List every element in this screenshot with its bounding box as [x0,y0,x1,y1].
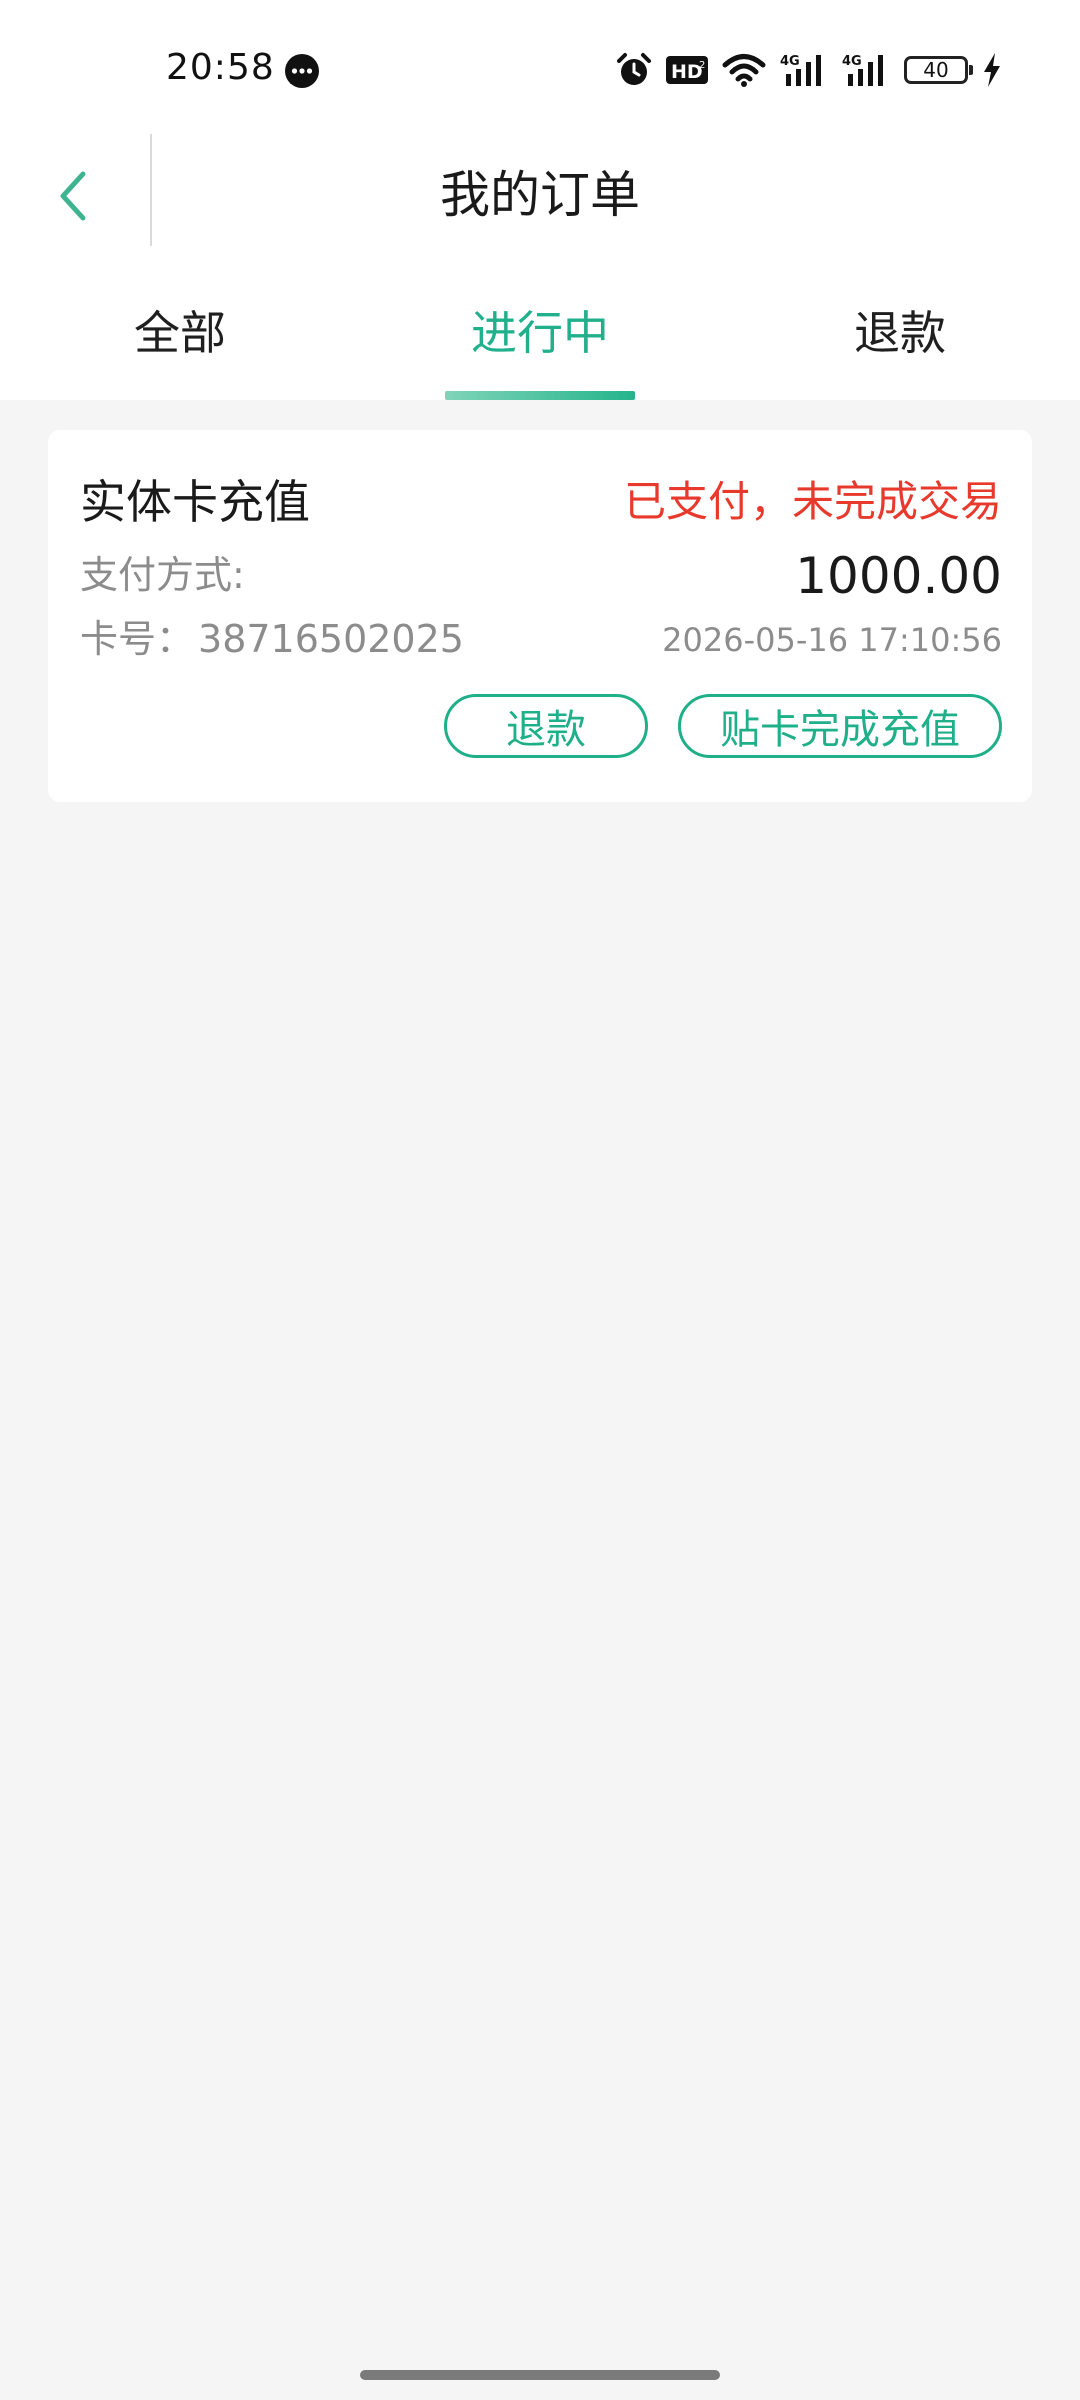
signal-4g-icon: 4G [780,54,821,86]
tab-refund[interactable]: 退款 [720,260,1080,400]
tab-in-progress[interactable]: 进行中 [360,260,720,400]
battery-icon: 40 [904,56,973,84]
home-indicator[interactable] [360,2370,720,2380]
order-tabs: 全部 进行中 退款 [0,260,1080,400]
svg-text:4G: 4G [842,54,862,69]
signal-4g-icon: 4G [842,54,883,86]
alarm-icon [617,53,651,85]
message-icon [285,54,319,88]
card-number: 卡号： 38716502025 [80,614,464,664]
complete-recharge-button[interactable]: 贴卡完成充值 [678,694,1002,758]
status-icons: HD 2 4G 4G 40 [616,48,1002,92]
order-name: 实体卡充值 [80,475,310,529]
screen: 20:58 HD 2 4G 4G 40 我的订单 全部 进行中 退款 实体卡充值… [0,0,1080,2400]
order-time: 2026-05-16 17:10:56 [662,621,1002,659]
card-number-label: 卡号： [80,617,195,661]
wifi-icon [722,54,766,87]
card-number-value: 38716502025 [198,617,464,661]
svg-text:4G: 4G [780,54,800,69]
order-status: 已支付，未完成交易 [623,477,1002,526]
refund-button[interactable]: 退款 [444,694,648,758]
pay-method-label: 支付方式: [80,553,245,597]
order-amount: 1000.00 [795,547,1002,605]
status-time: 20:58 [166,47,275,88]
order-card[interactable]: 实体卡充值 已支付，未完成交易 支付方式: 1000.00 卡号： 3871650… [48,430,1032,802]
svg-text:HD: HD [671,61,703,83]
charging-icon [984,53,1000,87]
status-bar: 20:58 HD 2 4G 4G 40 [0,0,1080,132]
page-title: 我的订单 [440,166,640,224]
hd-icon: HD 2 [666,56,708,84]
svg-text:2: 2 [699,60,705,71]
tab-indicator [445,391,635,400]
battery-level: 40 [923,58,949,82]
tab-all[interactable]: 全部 [0,260,360,400]
title-bar: 我的订单 [0,132,1080,260]
